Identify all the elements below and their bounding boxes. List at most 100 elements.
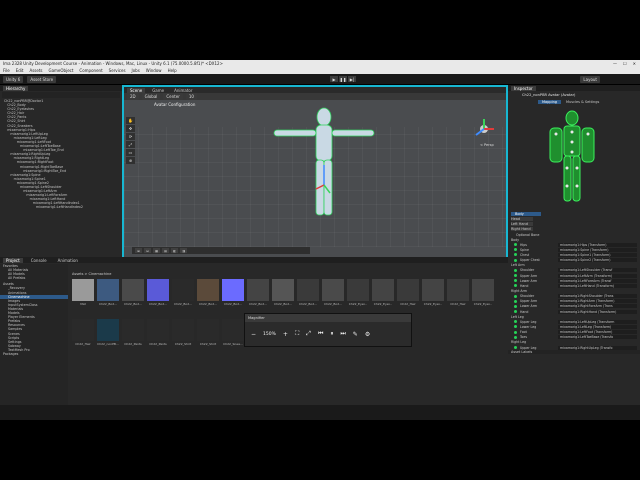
avatar-body-diagram[interactable] <box>508 108 640 208</box>
bone-transform-field[interactable]: mixamorig1:Spine2 (Transform) <box>558 258 637 263</box>
asset-item[interactable]: Mat <box>72 279 94 306</box>
bone-transform-field[interactable]: mixamorig1:LeftHand (Transform) <box>558 283 637 288</box>
tab-inspector[interactable]: Inspector <box>511 85 536 91</box>
asset-item[interactable]: Ch22_Eyel... <box>347 279 369 306</box>
bone-tool-3-icon[interactable]: ▦ <box>153 248 160 253</box>
project-breadcrumb[interactable]: Assets > Cinemachine <box>72 272 111 276</box>
asset-store-button[interactable]: Asset Store <box>27 75 57 83</box>
asset-item[interactable]: Ch22_Shirt <box>197 319 219 346</box>
hierarchy-item[interactable]: mixamorig1:LeftHandIndex2 <box>0 205 122 209</box>
bone-transform-field[interactable]: mixamorig1:Hips (Transform) <box>558 242 637 247</box>
asset-item[interactable]: Ch22_Shirt <box>172 319 194 346</box>
skip-back-icon[interactable]: ⏮ <box>318 330 323 338</box>
bone-transform-field[interactable]: mixamorig1:Spine1 (Transform) <box>558 252 637 257</box>
zoom-out-icon[interactable]: − <box>251 331 256 338</box>
menu-window[interactable]: Window <box>146 68 162 73</box>
bone-transform-field[interactable]: mixamorig1:RightForeArm (Trans <box>558 304 637 309</box>
bone-transform-field[interactable]: mixamorig1:LeftFoot (Transform) <box>558 330 637 335</box>
favorites-item[interactable]: All Prefabs <box>0 276 68 280</box>
menu-gameobject[interactable]: GameObject <box>48 68 73 73</box>
bone-transform-field[interactable]: mixamorig1:RightShoulder (Trans <box>558 294 637 299</box>
tab-console[interactable]: Console <box>28 258 50 263</box>
asset-item[interactable]: Ch22_Bod... <box>322 279 344 306</box>
scene-center-toggle[interactable]: Center <box>163 93 183 100</box>
settings-icon[interactable]: ⚙ <box>365 331 370 338</box>
close-icon[interactable]: ✕ <box>633 61 636 66</box>
pause-icon[interactable]: ❚❚ <box>339 76 347 82</box>
body-part-head[interactable]: Head <box>511 217 533 221</box>
menu-help[interactable]: Help <box>168 68 177 73</box>
character-model[interactable] <box>264 105 384 245</box>
bone-transform-field[interactable]: mixamorig1:RightUpLeg (Transfo <box>558 345 637 350</box>
asset-item[interactable]: Ch22_Pants <box>122 319 144 346</box>
zoom-in-icon[interactable]: + <box>283 331 288 338</box>
asset-item[interactable]: Ch22_Bod... <box>172 279 194 306</box>
resize-icon[interactable]: ⤢ <box>306 330 311 338</box>
transform-tool-icon[interactable]: ⊕ <box>126 157 135 164</box>
asset-item[interactable]: Ch22_Bod... <box>122 279 144 306</box>
menu-services[interactable]: Services <box>109 68 126 73</box>
asset-item[interactable]: Ch22_Bod... <box>147 279 169 306</box>
layout-dropdown[interactable]: Layout <box>580 75 600 83</box>
body-part-left-hand[interactable]: Left Hand <box>511 222 533 226</box>
asset-labels[interactable]: Asset Labels <box>508 350 640 355</box>
account-button[interactable]: Unity 6 <box>3 75 24 83</box>
asset-item[interactable]: Ch22_Hair <box>447 279 469 306</box>
asset-item[interactable]: Ch22_nonPB... <box>97 319 119 346</box>
asset-item[interactable]: Ch22_Hair <box>397 279 419 306</box>
menu-component[interactable]: Component <box>79 68 102 73</box>
tab-muscles[interactable]: Muscles & Settings <box>563 100 602 104</box>
pen-off-icon[interactable]: ✎ <box>353 331 358 338</box>
hierarchy-search[interactable] <box>2 92 120 98</box>
orientation-gizmo[interactable] <box>472 117 496 141</box>
bone-transform-field[interactable]: mixamorig1:LeftToeBase (Transfo <box>558 335 637 340</box>
asset-item[interactable]: Ch22_Bod... <box>222 279 244 306</box>
bone-transform-field[interactable]: mixamorig1:LeftShoulder (Transf <box>558 268 637 273</box>
bone-tool-5-icon[interactable]: ◧ <box>171 248 178 253</box>
scene-global-toggle[interactable]: Global <box>141 93 161 100</box>
bone-transform-field[interactable]: mixamorig1:RightHand (Transform) <box>558 309 637 314</box>
bone-transform-field[interactable]: mixamorig1:Spine (Transform) <box>558 247 637 252</box>
scene-grid-size[interactable]: 10 <box>185 93 197 100</box>
asset-item[interactable]: Ch22_Bod... <box>247 279 269 306</box>
bone-tool-1-icon[interactable]: ⊞ <box>135 248 142 253</box>
rotate-tool-icon[interactable]: ⟳ <box>126 133 135 140</box>
asset-item[interactable]: Ch22_Eyel... <box>472 279 494 306</box>
bone-tool-2-icon[interactable]: ⊟ <box>144 248 151 253</box>
bone-tool-4-icon[interactable]: ▤ <box>162 248 169 253</box>
asset-item[interactable]: Ch22_Bod... <box>197 279 219 306</box>
menu-file[interactable]: File <box>3 68 10 73</box>
menu-assets[interactable]: Assets <box>29 68 42 73</box>
bone-transform-field[interactable]: mixamorig1:LeftUpLeg (Transform <box>558 319 637 324</box>
folder-item[interactable]: Packages <box>0 352 68 356</box>
tab-animation[interactable]: Animation <box>55 258 81 263</box>
tab-game[interactable]: Game <box>149 88 167 93</box>
minimize-icon[interactable]: — <box>613 61 617 66</box>
asset-item[interactable]: Ch22_Hair <box>72 319 94 346</box>
tab-animator[interactable]: Animator <box>171 88 195 93</box>
skip-forward-icon[interactable]: ⏭ <box>340 330 345 338</box>
scale-tool-icon[interactable]: ⤢ <box>126 141 135 148</box>
asset-item[interactable]: Ch22_Bod... <box>272 279 294 306</box>
menu-edit[interactable]: Edit <box>16 68 24 73</box>
asset-item[interactable]: Ch22_Pants <box>147 319 169 346</box>
step-icon[interactable]: ▶| <box>348 76 356 82</box>
bone-tool-6-icon[interactable]: ◨ <box>180 248 187 253</box>
play-icon[interactable]: ▶ <box>330 76 338 82</box>
magnifier-window[interactable]: Magnifier − 150% + ⛶ ⤢ ⏮ ⏸ ⏭ ✎ ⚙ <box>244 313 412 347</box>
fullscreen-icon[interactable]: ⛶ <box>295 330 299 338</box>
scene-2d-toggle[interactable]: 2D <box>127 93 139 100</box>
tab-mapping[interactable]: Mapping <box>538 100 562 104</box>
bone-transform-field[interactable]: mixamorig1:LeftArm (Transform) <box>558 273 637 278</box>
move-tool-icon[interactable]: ✥ <box>126 125 135 132</box>
bone-transform-field[interactable]: mixamorig1:LeftLeg (Transform) <box>558 324 637 329</box>
asset-item[interactable]: Ch22_Bod... <box>97 279 119 306</box>
hand-tool-icon[interactable]: ✋ <box>126 117 135 124</box>
scene-view[interactable]: Scene Game Animator 2D Global Center 10 … <box>122 85 508 260</box>
body-part-right-hand[interactable]: Right Hand <box>511 227 533 231</box>
magnifier-titlebar[interactable]: Magnifier <box>245 314 411 322</box>
rect-tool-icon[interactable]: ▭ <box>126 149 135 156</box>
maximize-icon[interactable]: ☐ <box>623 61 627 66</box>
asset-item[interactable]: Ch22_Snea... <box>222 319 244 346</box>
asset-item[interactable]: Ch22_Bod... <box>297 279 319 306</box>
